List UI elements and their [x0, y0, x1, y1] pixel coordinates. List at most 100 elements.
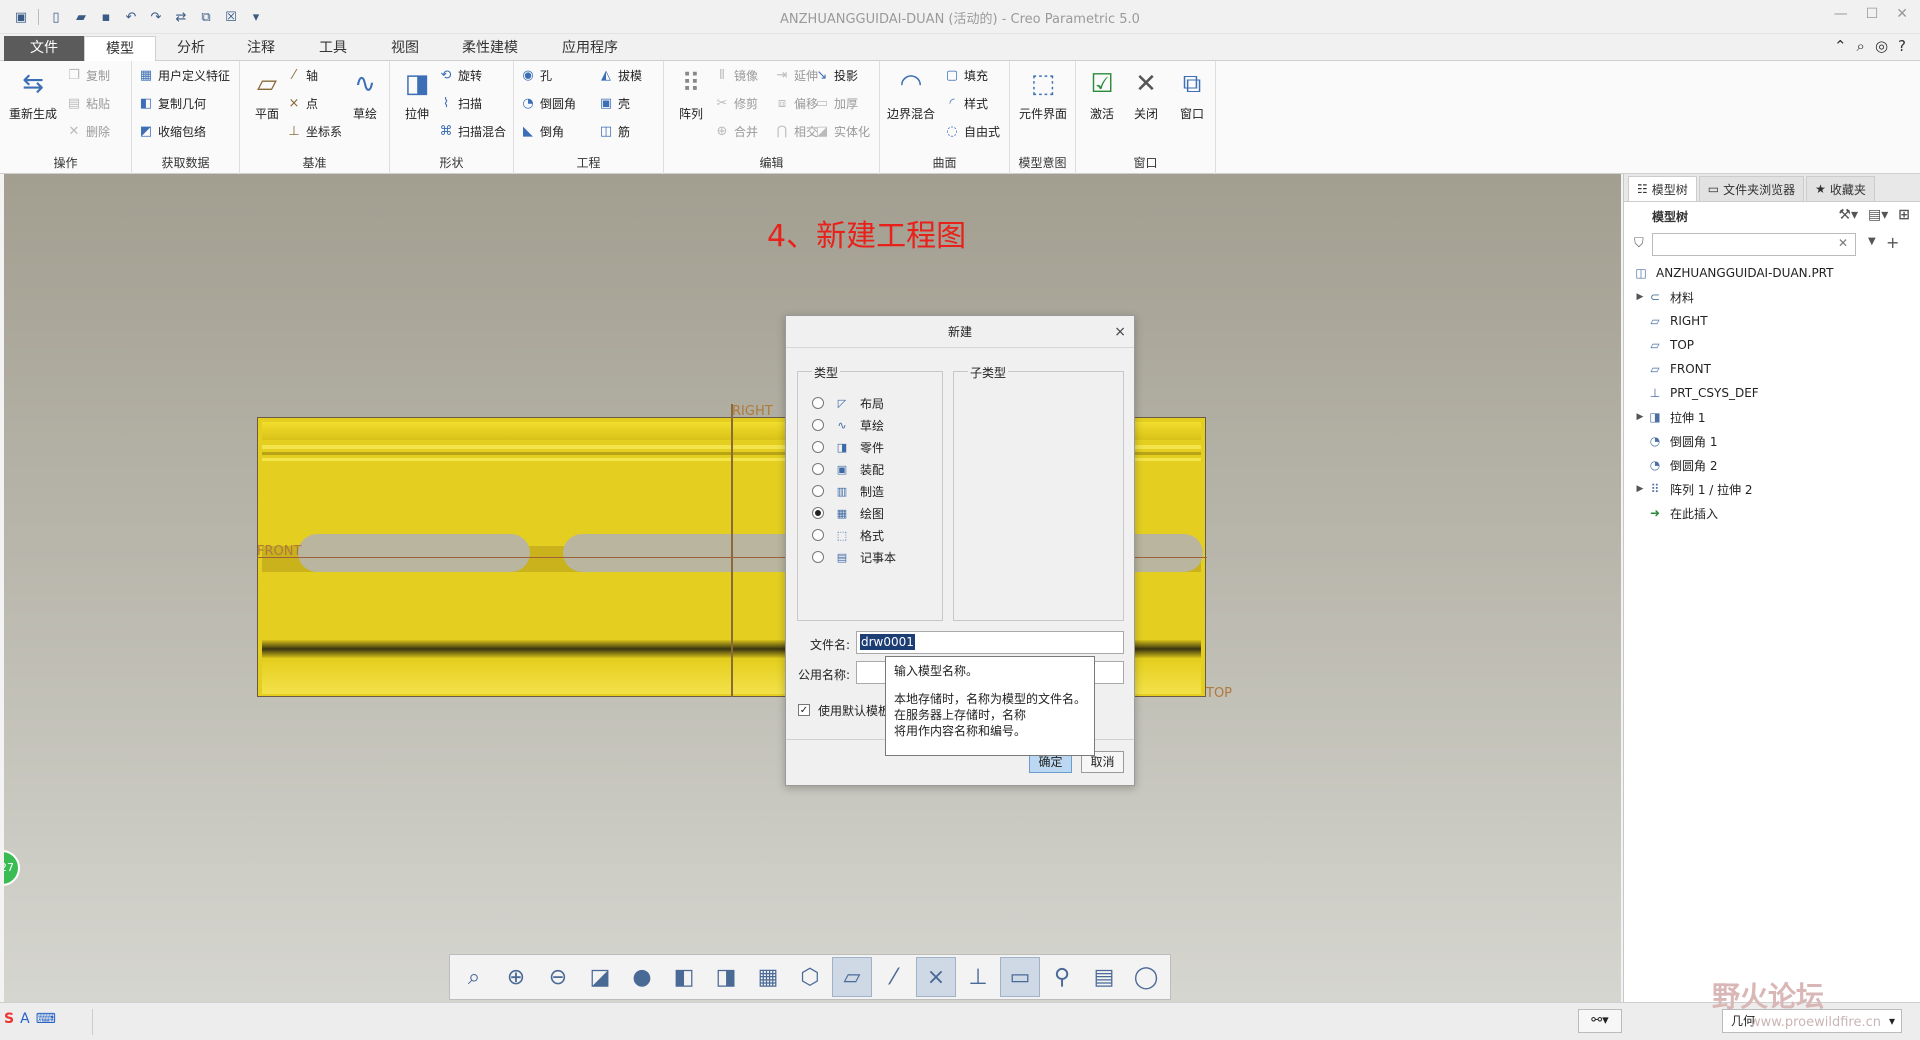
- tree-item[interactable]: ⊥ PRT_CSYS_DEF: [1634, 382, 1759, 404]
- tab-annotate[interactable]: 注释: [226, 36, 296, 61]
- tab-tools[interactable]: 工具: [298, 36, 368, 61]
- clear-search-icon[interactable]: ✕: [1838, 236, 1848, 250]
- solidify-button[interactable]: ◪ 实体化: [814, 121, 870, 141]
- revolve-button[interactable]: ⟲ 旋转: [438, 65, 482, 85]
- intersect-button[interactable]: ⋂ 相交: [774, 121, 818, 141]
- expand-arrow-icon[interactable]: ▶: [1634, 292, 1646, 302]
- type-option-2[interactable]: ◨ 零件: [812, 438, 884, 456]
- type-radio[interactable]: [812, 397, 824, 409]
- hole-button[interactable]: ◉ 孔: [520, 65, 552, 85]
- tab-file[interactable]: 文件: [4, 36, 84, 61]
- annotation-display-icon[interactable]: ▭: [1000, 957, 1040, 997]
- draft-button[interactable]: ◭ 拔模: [598, 65, 642, 85]
- sweep-button[interactable]: ⌇ 扫描: [438, 93, 482, 113]
- collapse-ribbon-icon[interactable]: ⌃: [1834, 37, 1847, 55]
- tree-item[interactable]: ▶ ⊂ 材料: [1634, 286, 1694, 308]
- swept-blend-button[interactable]: ⌘ 扫描混合: [438, 121, 507, 141]
- tree-item[interactable]: ◔ 倒圆角 1: [1634, 430, 1718, 452]
- add-filter-icon[interactable]: +: [1886, 233, 1899, 252]
- maximize-icon[interactable]: ☐: [1866, 6, 1879, 22]
- plane-button[interactable]: ▱ 平面: [242, 67, 292, 122]
- type-radio[interactable]: [812, 463, 824, 475]
- tree-item[interactable]: ▶ ⠿ 阵列 1 / 拉伸 2: [1634, 478, 1753, 500]
- shell-button[interactable]: ▣ 壳: [598, 93, 630, 113]
- freestyle-button[interactable]: ◌ 自由式: [944, 121, 1000, 141]
- zoom-in-icon[interactable]: ⊕: [496, 957, 536, 997]
- tree-root[interactable]: ◫ ANZHUANGGUIDAI-DUAN.PRT: [1632, 262, 1833, 284]
- boundary-blend-button[interactable]: ◠ 边界混合: [882, 67, 940, 122]
- close-button[interactable]: ✕ 关闭: [1124, 67, 1168, 122]
- window-button[interactable]: ⧉ 窗口: [1170, 67, 1214, 122]
- group-label[interactable]: 操作: [0, 154, 131, 171]
- paste-button[interactable]: ▤ 粘贴: [66, 93, 110, 113]
- axis-display-icon[interactable]: ⁄: [874, 957, 914, 997]
- close-icon[interactable]: ×: [1114, 316, 1126, 348]
- tree-item[interactable]: ▶ ◨ 拉伸 1: [1634, 406, 1706, 428]
- type-option-6[interactable]: ⬚ 格式: [812, 526, 884, 544]
- rib-button[interactable]: ◫ 筋: [598, 121, 630, 141]
- datum-top-label[interactable]: TOP: [1206, 686, 1232, 701]
- close-icon[interactable]: ✕: [1896, 6, 1908, 22]
- refit-icon[interactable]: ⌕: [454, 957, 494, 997]
- datum-front-label[interactable]: FRONT: [257, 544, 301, 559]
- tree-settings-icon[interactable]: ⚒▾: [1838, 207, 1858, 223]
- type-option-4[interactable]: ▥ 制造: [812, 482, 884, 500]
- filename-input[interactable]: drw0001: [856, 631, 1124, 654]
- trim-button[interactable]: ✂ 修剪: [714, 93, 758, 113]
- group-label[interactable]: 基准: [240, 154, 389, 171]
- tab-folder-browser[interactable]: ▭ 文件夹浏览器: [1698, 176, 1805, 201]
- ime-mode-icon[interactable]: A: [20, 1011, 30, 1027]
- help-icon[interactable]: ?: [1898, 37, 1906, 55]
- type-radio[interactable]: [812, 507, 824, 519]
- type-radio[interactable]: [812, 529, 824, 541]
- sketch-button[interactable]: ∿ 草绘: [340, 67, 390, 122]
- tree-item[interactable]: ▱ TOP: [1634, 334, 1694, 356]
- tab-applications[interactable]: 应用程序: [540, 36, 640, 61]
- tab-view[interactable]: 视图: [370, 36, 440, 61]
- group-label[interactable]: 获取数据: [132, 154, 239, 171]
- type-radio[interactable]: [812, 551, 824, 563]
- type-radio[interactable]: [812, 441, 824, 453]
- search-icon[interactable]: ⌕: [1857, 37, 1865, 55]
- offset-button[interactable]: ⧈ 偏移: [774, 93, 818, 113]
- tab-flexible-modeling[interactable]: 柔性建模: [442, 36, 538, 61]
- notification-badge[interactable]: 27: [4, 850, 20, 886]
- type-option-1[interactable]: ∿ 草绘: [812, 416, 884, 434]
- type-option-3[interactable]: ▣ 装配: [812, 460, 884, 478]
- round-button[interactable]: ◔ 倒圆角: [520, 93, 576, 113]
- shrinkwrap-button[interactable]: ◩ 收缩包络: [138, 121, 206, 141]
- tree-columns-icon[interactable]: ▤▾: [1868, 207, 1888, 223]
- thicken-button[interactable]: ▭ 加厚: [814, 93, 858, 113]
- mirror-button[interactable]: ⫴ 镜像: [714, 65, 758, 85]
- component-interface-button[interactable]: ⬚ 元件界面: [1012, 67, 1074, 122]
- group-label[interactable]: 模型意图: [1010, 154, 1075, 171]
- tab-favorites[interactable]: ★ 收藏夹: [1806, 176, 1875, 201]
- tab-model[interactable]: 模型: [84, 36, 156, 62]
- tree-item[interactable]: ▱ RIGHT: [1634, 310, 1707, 332]
- point-display-icon[interactable]: ×: [916, 957, 956, 997]
- repaint-icon[interactable]: ◪: [580, 957, 620, 997]
- type-radio[interactable]: [812, 419, 824, 431]
- copy-geometry-button[interactable]: ◧ 复制几何: [138, 93, 206, 113]
- chamfer-button[interactable]: ◣ 倒角: [520, 121, 564, 141]
- community-icon[interactable]: ◎: [1875, 37, 1888, 55]
- find-icon[interactable]: ⚯▾: [1578, 1009, 1622, 1033]
- udf-button[interactable]: ▦ 用户定义特征: [138, 65, 230, 85]
- type-option-0[interactable]: ◸ 布局: [812, 394, 884, 412]
- tree-item[interactable]: ➜ 在此插入: [1634, 502, 1718, 524]
- minimize-icon[interactable]: —: [1834, 6, 1848, 22]
- datum-right-label[interactable]: RIGHT: [732, 404, 773, 419]
- extend-button[interactable]: ⇥ 延伸: [774, 65, 818, 85]
- tab-model-tree[interactable]: ☷ 模型树: [1628, 176, 1697, 201]
- group-label[interactable]: 编辑: [664, 154, 879, 171]
- group-label[interactable]: 工程: [514, 154, 663, 171]
- datum-right-line[interactable]: [731, 404, 733, 697]
- spin-center-icon[interactable]: ⚲: [1042, 957, 1082, 997]
- tree-item[interactable]: ▱ FRONT: [1634, 358, 1711, 380]
- appearance-gallery-icon[interactable]: ▤: [1084, 957, 1124, 997]
- tree-search-input[interactable]: [1652, 233, 1856, 256]
- style-button[interactable]: ◜ 样式: [944, 93, 988, 113]
- expand-arrow-icon[interactable]: ▶: [1634, 484, 1646, 494]
- activate-button[interactable]: ☑ 激活: [1080, 67, 1124, 122]
- view-manager-icon[interactable]: ◨: [706, 957, 746, 997]
